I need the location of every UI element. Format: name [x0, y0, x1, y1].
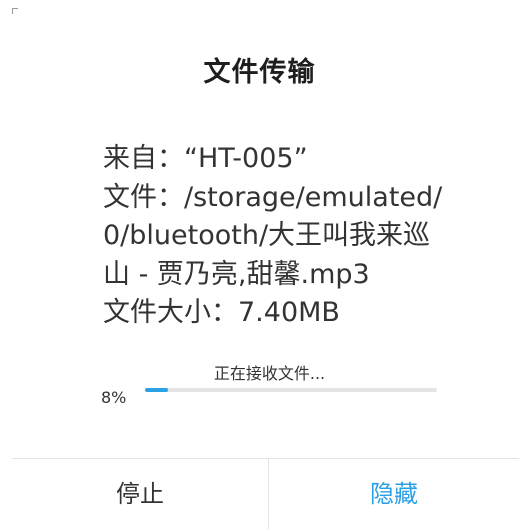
- corner-mark: [12, 8, 18, 14]
- file-path-line-2: 0/bluetooth/大王叫我来巡: [103, 220, 431, 251]
- hide-button[interactable]: 隐藏: [269, 459, 519, 529]
- progress-bar-fill: [145, 388, 169, 392]
- transfer-status-text: 正在接收文件...: [213, 364, 326, 383]
- file-path-line-1: 文件：/storage/emulated/: [103, 181, 443, 213]
- file-info: 来自：“HT-005” 文件：/storage/emulated/ 0/blue…: [103, 140, 463, 333]
- file-path-line-3: 山 - 贾乃亮,甜馨.mp3: [103, 258, 370, 290]
- file-transfer-dialog: 文件传输 来自：“HT-005” 文件：/storage/emulated/ 0…: [0, 0, 519, 529]
- dialog-title: 文件传输: [203, 57, 316, 88]
- stop-button[interactable]: 停止: [12, 459, 268, 529]
- progress-bar: [145, 388, 437, 392]
- progress-percent-label: 8%: [101, 388, 127, 407]
- sender-line: 来自：“HT-005”: [103, 143, 308, 174]
- file-size-line: 文件大小：7.40MB: [103, 297, 340, 328]
